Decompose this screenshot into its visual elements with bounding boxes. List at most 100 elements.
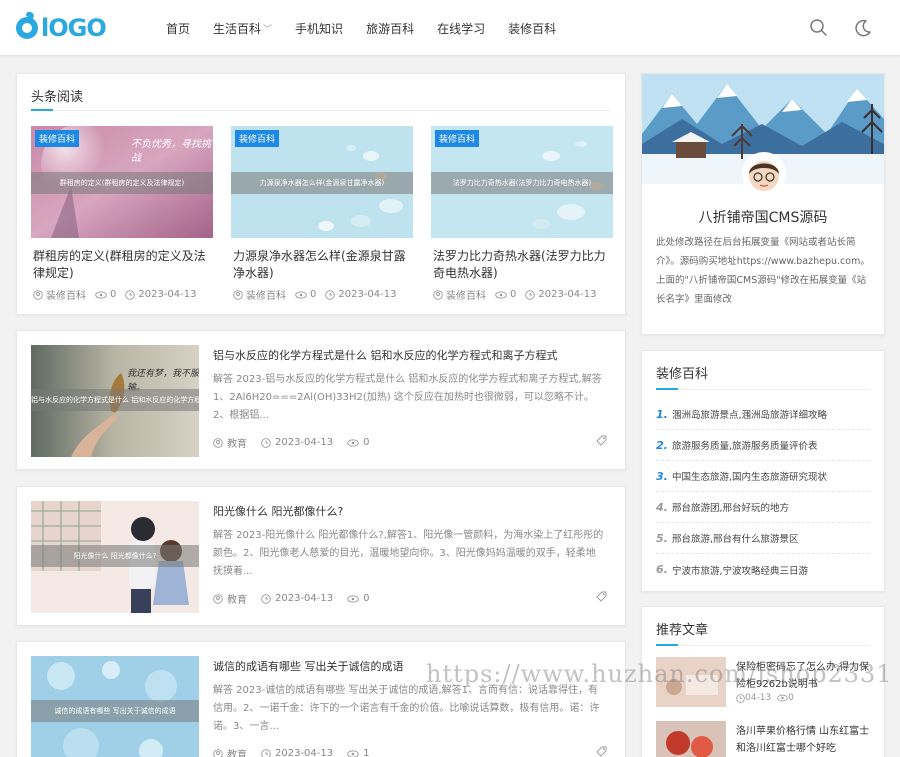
rank-title[interactable]: 宁波市旅游,宁波攻略经典三日游 [672, 563, 808, 577]
list-item[interactable]: 2. 旅游服务质量,旅游服务质量评价表 [656, 430, 870, 461]
search-icon[interactable] [808, 17, 830, 39]
user-icon [213, 593, 223, 604]
article-title[interactable]: 铝与水反应的化学方程式是什么 铝和水反应的化学方程式和离子方程式 [213, 347, 558, 363]
date: 2023-04-13 [338, 289, 397, 300]
nav-home[interactable]: 首页 [166, 20, 190, 37]
list-item[interactable]: 5. 邢台旅游,邢台有什么旅游景区 [656, 523, 870, 554]
dark-mode-moon-icon[interactable] [852, 17, 874, 39]
article-title[interactable]: 阳光像什么 阳光都像什么? [213, 503, 343, 519]
nav-label: 手机知识 [295, 21, 344, 36]
list-item[interactable]: 3. 中国生态旅游,国内生态旅游研究现状 [656, 461, 870, 492]
eye-icon [777, 694, 788, 702]
recommend-item[interactable]: 保险柜密码忘了怎么办,得力保险柜9262b说明书 04-13 0 [656, 657, 872, 709]
eye-icon [347, 594, 359, 603]
nav-decor[interactable]: 装修百科 [508, 20, 556, 37]
date: 2023-04-13 [275, 593, 334, 604]
headline-title[interactable]: 群租房的定义(群租房的定义及法律规定) [31, 248, 213, 282]
headline-thumbnail[interactable]: 装修百科 力源泉净水器怎么样(金源泉甘露净水器) [231, 126, 413, 238]
recommend-section: 推荐文章 保险柜密码忘了怎么办,得力保险柜9262b说明书 04-13 0 洛川… [641, 606, 885, 757]
recommend-meta: 04-13 0 [736, 693, 800, 703]
header-actions [786, 17, 874, 39]
nav-label: 旅游百科 [366, 21, 415, 36]
rank-number: 4. [656, 500, 668, 514]
clock-icon [261, 593, 271, 604]
recommend-title[interactable]: 洛川苹果价格行情 山东红富士和洛川红富士哪个好吃 [736, 723, 872, 757]
thumbnail-overlay: 法罗力比力奇热水器(法罗力比力奇电热水器) [431, 172, 613, 194]
thumbnail-overlay: 群租房的定义(群租房的定义及法律规定) [31, 172, 213, 194]
rank-number: 2. [656, 438, 668, 452]
views: 0 [363, 437, 370, 448]
chevron-down-icon: ﹀ [263, 24, 273, 35]
nav-label: 生活百科 [213, 21, 262, 36]
clock-icon [525, 289, 536, 300]
site-logo[interactable]: lOGO [16, 12, 107, 44]
rank-number: 5. [656, 531, 668, 545]
date: 2023-04-13 [275, 437, 334, 448]
category-badge[interactable]: 装修百科 [235, 130, 280, 147]
tag-icon[interactable] [596, 746, 607, 757]
recommend-thumbnail[interactable] [656, 657, 726, 707]
list-item[interactable]: 6. 宁波市旅游,宁波攻略经典三日游 [656, 554, 870, 585]
article-thumbnail[interactable]: 我还有梦，我不服输。 铝与水反应的化学方程式是什么 铝和水反应的化学方程式和离子 [31, 345, 199, 457]
views: 0 [788, 693, 794, 703]
user-icon [433, 289, 443, 300]
author[interactable]: 装修百科 [446, 287, 486, 302]
article-thumbnail[interactable]: 阳光像什么 阳光都像什么? [31, 501, 199, 613]
headline-item[interactable]: 装修百科 法罗力比力奇热水器(法罗力比力奇电热水器) 法罗力比力奇热水器(法罗力… [431, 126, 613, 302]
avatar[interactable] [742, 152, 786, 196]
article-meta: 教育 2023-04-13 0 [213, 435, 384, 450]
rank-title[interactable]: 旅游服务质量,旅游服务质量评价表 [672, 438, 818, 452]
rank-title[interactable]: 邢台旅游团,邢台好玩的地方 [672, 500, 789, 514]
nav-phone[interactable]: 手机知识 [295, 20, 343, 37]
nav-travel[interactable]: 旅游百科 [366, 20, 414, 37]
article-card[interactable]: 诚信的成语有哪些 写出关于诚信的成语 诚信的成语有哪些 写出关于诚信的成语 解答… [16, 641, 626, 757]
author[interactable]: 教育 [227, 591, 247, 606]
article-excerpt: 解答 2023-阳光像什么 阳光都像什么?,解答1、阳光像一管颜料，为海水染上了… [213, 530, 604, 577]
author[interactable]: 教育 [227, 746, 247, 757]
headline-title[interactable]: 力源泉净水器怎么样(金源泉甘露净水器) [231, 248, 413, 282]
rank-number: 6. [656, 563, 668, 576]
nav-label: 在线学习 [437, 21, 486, 36]
eye-icon [495, 290, 507, 299]
nav-life[interactable]: 生活百科 ﹀ [213, 20, 272, 37]
nav-study[interactable]: 在线学习 [437, 20, 485, 37]
article-card[interactable]: 我还有梦，我不服输。 铝与水反应的化学方程式是什么 铝和水反应的化学方程式和离子… [16, 330, 626, 470]
views: 0 [110, 289, 117, 300]
recommend-thumbnail[interactable] [656, 721, 726, 757]
section-title: 推荐文章 [656, 623, 709, 638]
author[interactable]: 教育 [227, 435, 247, 450]
date: 2023-04-13 [275, 748, 334, 757]
article-meta: 教育 2023-04-13 0 [213, 591, 384, 606]
recommend-title[interactable]: 保险柜密码忘了怎么办,得力保险柜9262b说明书 [736, 659, 872, 693]
headline-section: 头条阅读 不负优秀，寻找挑战 装修百科 群租房的定义(群租房的定义及法律规定) … [16, 73, 626, 315]
profile-name: 八折铺帝国CMS源码 [698, 210, 828, 226]
author[interactable]: 装修百科 [46, 287, 86, 302]
category-badge[interactable]: 装修百科 [435, 130, 480, 147]
clock-icon [261, 437, 271, 448]
headline-title[interactable]: 法罗力比力奇热水器(法罗力比力奇电热水器) [431, 248, 613, 282]
list-item[interactable]: 1. 涠洲岛旅游景点,涠洲岛旅游详细攻略 [656, 399, 870, 430]
headline-thumbnail[interactable]: 不负优秀，寻找挑战 装修百科 群租房的定义(群租房的定义及法律规定) [31, 126, 213, 238]
profile-description: 此处修改路径在后台拓展变量《网站或者站长简介》。源码购买地址https://ww… [656, 237, 870, 305]
article-card[interactable]: 阳光像什么 阳光都像什么? 阳光像什么 阳光都像什么? 解答 2023-阳光像什… [16, 486, 626, 626]
article-title[interactable]: 诚信的成语有哪些 写出关于诚信的成语 [213, 658, 404, 674]
rank-title[interactable]: 中国生态旅游,国内生态旅游研究现状 [672, 469, 827, 483]
list-item[interactable]: 4. 邢台旅游团,邢台好玩的地方 [656, 492, 870, 523]
headline-item[interactable]: 不负优秀，寻找挑战 装修百科 群租房的定义(群租房的定义及法律规定) 群租房的定… [31, 126, 213, 302]
author[interactable]: 装修百科 [246, 287, 286, 302]
rank-title[interactable]: 涠洲岛旅游景点,涠洲岛旅游详细攻略 [672, 407, 827, 421]
clock-icon [325, 289, 336, 300]
headline-thumbnail[interactable]: 装修百科 法罗力比力奇热水器(法罗力比力奇电热水器) [431, 126, 613, 238]
views: 0 [510, 289, 517, 300]
rank-title[interactable]: 邢台旅游,邢台有什么旅游景区 [672, 531, 799, 545]
tag-icon[interactable] [596, 435, 607, 446]
headline-item[interactable]: 装修百科 力源泉净水器怎么样(金源泉甘露净水器) 力源泉净水器怎么样(金源泉甘露… [231, 126, 413, 302]
article-thumbnail[interactable]: 诚信的成语有哪些 写出关于诚信的成语 [31, 656, 199, 757]
tag-icon[interactable] [596, 591, 607, 602]
headline-meta: 装修百科 0 2023-04-13 [31, 287, 213, 302]
views: 0 [310, 289, 317, 300]
category-badge[interactable]: 装修百科 [35, 130, 80, 147]
recommend-item[interactable]: 洛川苹果价格行情 山东红富士和洛川红富士哪个好吃 [656, 721, 872, 757]
logo-text: lOGO [41, 14, 107, 42]
section-title: 装修百科 [656, 367, 709, 382]
